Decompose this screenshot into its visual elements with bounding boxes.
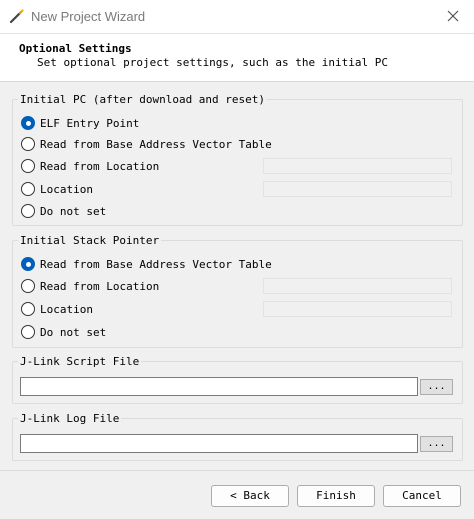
page-description: Set optional project settings, such as t… — [37, 56, 388, 69]
radio-button[interactable] — [21, 137, 35, 151]
jlink-script-input[interactable] — [20, 377, 418, 396]
finish-button[interactable]: Finish — [297, 485, 375, 507]
page-title: Optional Settings — [19, 42, 132, 55]
pc-location-input — [263, 181, 452, 197]
jlink-script-browse-button[interactable]: ... — [420, 379, 453, 395]
radio-button[interactable] — [21, 257, 35, 271]
pc-option-location[interactable]: Location — [21, 181, 93, 197]
radio-label: ELF Entry Point — [40, 116, 140, 130]
initial-sp-legend: Initial Stack Pointer — [18, 234, 162, 247]
jlink-log-input[interactable] — [20, 434, 418, 453]
sp-read-location-input — [263, 278, 452, 294]
jlink-log-legend: J-Link Log File — [18, 412, 122, 425]
radio-button[interactable] — [21, 302, 35, 316]
radio-label: Location — [40, 182, 93, 196]
radio-button[interactable] — [21, 159, 35, 173]
sp-option-location[interactable]: Location — [21, 301, 93, 317]
window-title: New Project Wizard — [31, 9, 146, 24]
cancel-button[interactable]: Cancel — [383, 485, 461, 507]
pc-option-read-from-location[interactable]: Read from Location — [21, 158, 159, 174]
radio-button[interactable] — [21, 279, 35, 293]
radio-button[interactable] — [21, 204, 35, 218]
radio-label: Read from Location — [40, 159, 160, 173]
radio-button[interactable] — [21, 325, 35, 339]
radio-label: Read from Base Address Vector Table — [40, 257, 272, 271]
footer-divider — [0, 470, 474, 471]
wand-icon — [9, 9, 24, 24]
close-icon[interactable] — [446, 9, 460, 23]
radio-button[interactable] — [21, 182, 35, 196]
pc-option-elf-entry-point[interactable]: ELF Entry Point — [21, 115, 139, 131]
back-button[interactable]: < Back — [211, 485, 289, 507]
jlink-script-legend: J-Link Script File — [18, 355, 142, 368]
initial-pc-legend: Initial PC (after download and reset) — [18, 93, 268, 106]
radio-label: Do not set — [40, 204, 107, 218]
wizard-header: Optional Settings Set optional project s… — [0, 34, 474, 82]
radio-label: Do not set — [40, 325, 107, 339]
radio-label: Location — [40, 302, 93, 316]
jlink-log-browse-button[interactable]: ... — [420, 436, 453, 452]
radio-button[interactable] — [21, 116, 35, 130]
pc-option-do-not-set[interactable]: Do not set — [21, 203, 106, 219]
radio-label: Read from Location — [40, 279, 160, 293]
radio-label: Read from Base Address Vector Table — [40, 137, 272, 151]
title-bar: New Project Wizard — [0, 0, 474, 34]
pc-read-location-input — [263, 158, 452, 174]
sp-option-do-not-set[interactable]: Do not set — [21, 324, 106, 340]
sp-location-input — [263, 301, 452, 317]
sp-option-read-from-location[interactable]: Read from Location — [21, 278, 159, 294]
pc-option-read-base-vector-table[interactable]: Read from Base Address Vector Table — [21, 136, 272, 152]
sp-option-read-base-vector-table[interactable]: Read from Base Address Vector Table — [21, 256, 272, 272]
